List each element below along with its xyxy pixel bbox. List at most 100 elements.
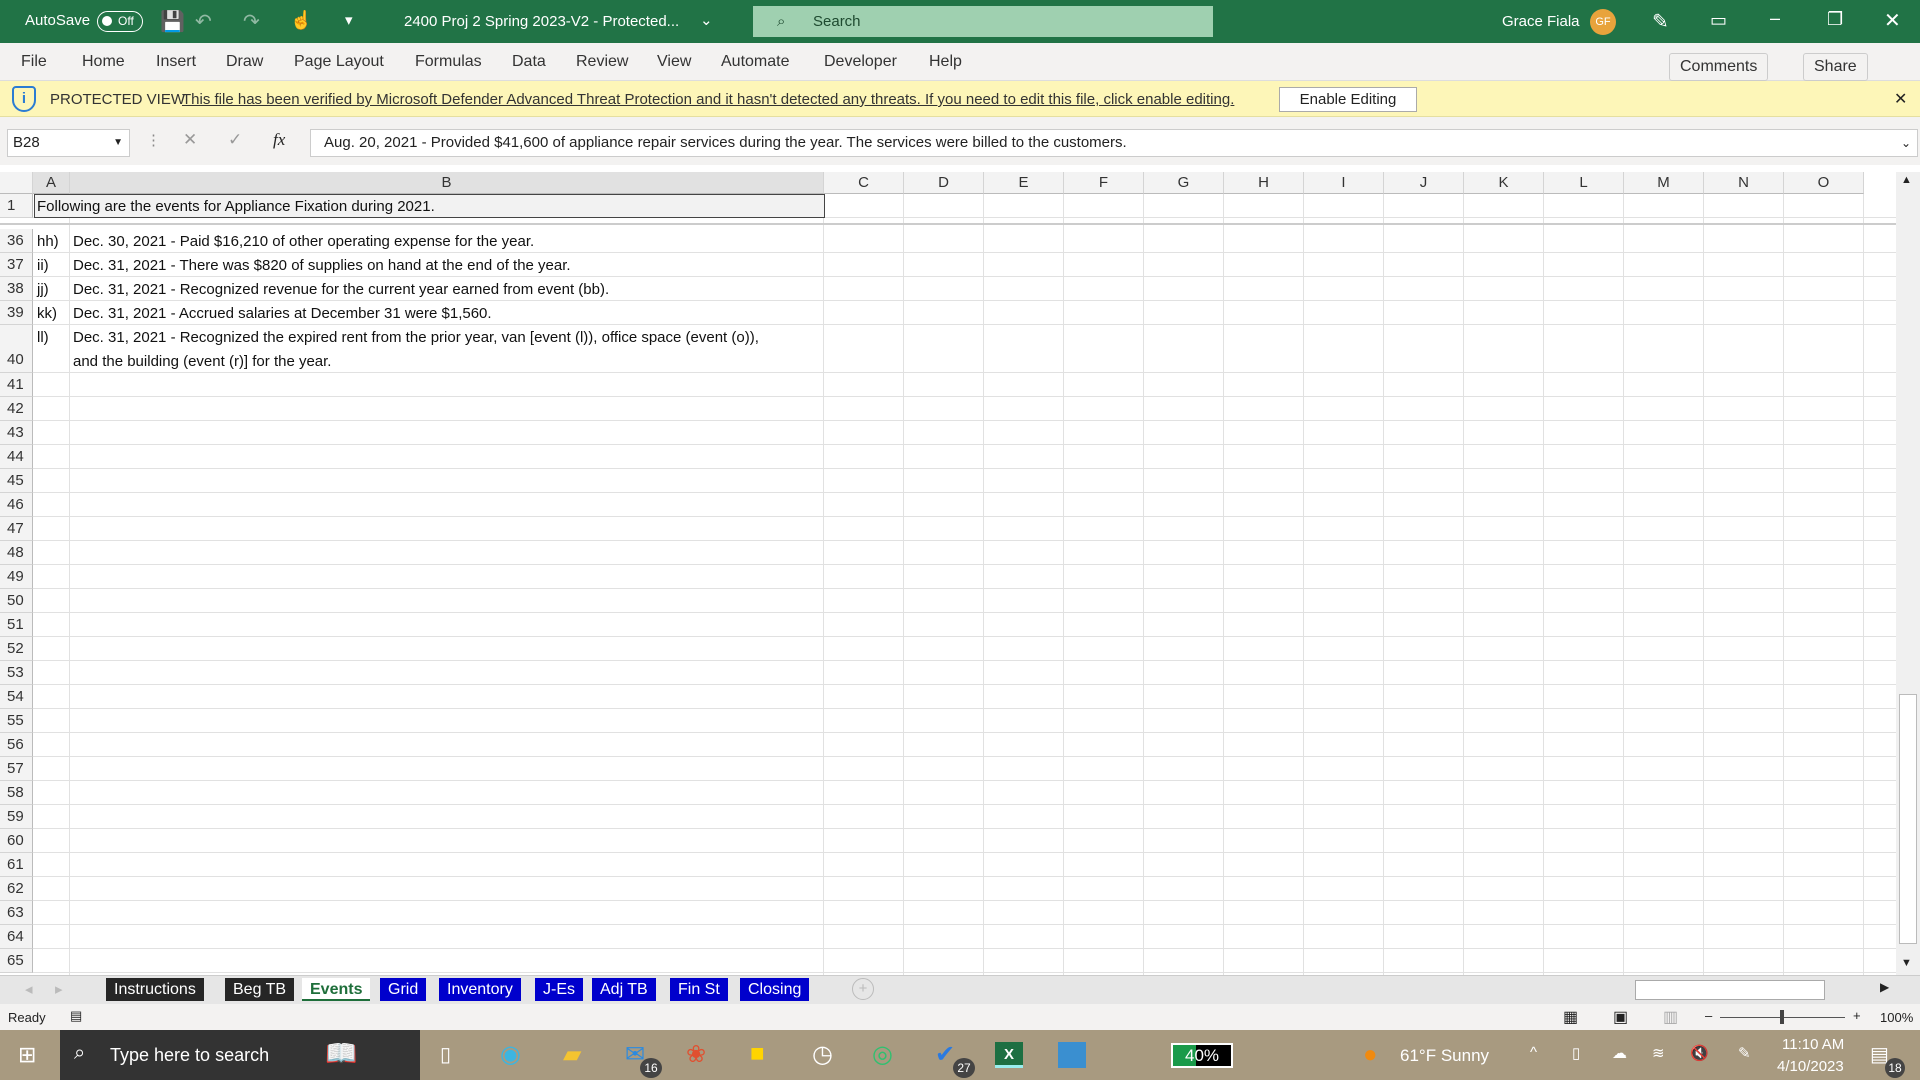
row-header[interactable]: 62 xyxy=(0,877,33,901)
tab-review[interactable]: Review xyxy=(576,53,628,71)
accessibility-icon[interactable]: ▤ xyxy=(70,1008,82,1024)
add-sheet-icon[interactable]: + xyxy=(852,978,874,1000)
row-header[interactable]: 58 xyxy=(0,781,33,805)
sheet-tab-instructions[interactable]: Instructions xyxy=(106,978,204,1001)
title-chevron-down-icon[interactable]: ⌄ xyxy=(700,11,713,29)
column-header-C[interactable]: C xyxy=(824,172,904,194)
horizontal-scrollbar[interactable] xyxy=(1635,980,1825,1000)
column-header-E[interactable]: E xyxy=(984,172,1064,194)
prev-sheet-icon[interactable]: ◂ xyxy=(25,980,33,998)
app-icon[interactable]: ❀ xyxy=(686,1040,706,1069)
chevron-down-icon[interactable]: ▼ xyxy=(113,130,123,156)
row-header[interactable]: 54 xyxy=(0,685,33,709)
row-header[interactable]: 52 xyxy=(0,637,33,661)
formula-input[interactable]: Aug. 20, 2021 - Provided $41,600 of appl… xyxy=(310,129,1918,157)
event-letter-cell[interactable]: kk) xyxy=(37,305,57,322)
column-header-L[interactable]: L xyxy=(1544,172,1624,194)
sheet-tab-j-es[interactable]: J-Es xyxy=(535,978,583,1001)
undo-icon[interactable]: ↶ xyxy=(195,9,212,34)
weather-icon[interactable]: ● xyxy=(1363,1041,1378,1069)
sheet-tab-closing[interactable]: Closing xyxy=(740,978,810,1001)
column-header-B[interactable]: B xyxy=(70,172,824,194)
tab-page-layout[interactable]: Page Layout xyxy=(294,53,384,71)
clock-time[interactable]: 11:10 AM xyxy=(1782,1036,1844,1053)
excel-icon[interactable]: X xyxy=(995,1042,1023,1068)
zoom-in-icon[interactable]: + xyxy=(1853,1008,1861,1023)
row-header[interactable]: 46 xyxy=(0,493,33,517)
tab-data[interactable]: Data xyxy=(512,53,546,71)
event-description-cell[interactable]: Dec. 30, 2021 - Paid $16,210 of other op… xyxy=(73,233,534,250)
battery-indicator[interactable]: 40% xyxy=(1171,1043,1233,1068)
autosave-toggle[interactable]: Off xyxy=(97,11,143,32)
row-header[interactable]: 41 xyxy=(0,373,33,397)
page-break-view-icon[interactable]: ▥ xyxy=(1663,1007,1678,1027)
event-letter-cell[interactable]: ll) xyxy=(37,329,49,346)
row-header[interactable]: 53 xyxy=(0,661,33,685)
tab-help[interactable]: Help xyxy=(929,53,962,71)
row-header[interactable]: 44 xyxy=(0,445,33,469)
zoom-slider-thumb[interactable] xyxy=(1780,1010,1784,1024)
expand-formula-icon[interactable]: ⌄ xyxy=(1901,130,1911,156)
row-header[interactable]: 48 xyxy=(0,541,33,565)
column-header-G[interactable]: G xyxy=(1144,172,1224,194)
event-description-cell[interactable]: Dec. 31, 2021 - Accrued salaries at Dece… xyxy=(73,305,492,322)
customize-toolbar-icon[interactable]: ▾ xyxy=(345,11,353,29)
event-letter-cell[interactable]: jj) xyxy=(37,281,49,298)
enter-icon[interactable]: ✓ xyxy=(228,130,242,150)
zoom-level[interactable]: 100% xyxy=(1880,1010,1913,1025)
spreadsheet-grid[interactable]: A B C D E F G H I J K L M N O 1 Following are the events… xyxy=(0,172,1896,975)
event-letter-cell[interactable]: hh) xyxy=(37,233,59,250)
avatar[interactable]: GF xyxy=(1590,9,1616,35)
show-hidden-icons[interactable]: ^ xyxy=(1530,1044,1537,1061)
touch-mode-icon[interactable]: ☝ xyxy=(290,10,312,31)
row-header[interactable]: 56 xyxy=(0,733,33,757)
page-layout-view-icon[interactable]: ▣ xyxy=(1613,1007,1628,1027)
cancel-icon[interactable]: ✕ xyxy=(183,130,197,150)
row-header[interactable]: 38 xyxy=(0,277,33,301)
pen-icon[interactable]: ✎ xyxy=(1652,9,1669,34)
scroll-right-icon[interactable]: ▶ xyxy=(1880,980,1889,994)
row-header[interactable]: 60 xyxy=(0,829,33,853)
clock-date[interactable]: 4/10/2023 xyxy=(1777,1058,1844,1075)
sheet-tab-beg-tb[interactable]: Beg TB xyxy=(225,978,295,1001)
row-header[interactable]: 61 xyxy=(0,853,33,877)
close-icon[interactable]: ✕ xyxy=(1884,8,1901,33)
minimize-icon[interactable]: – xyxy=(1770,8,1780,29)
clock-icon[interactable]: ◷ xyxy=(812,1040,833,1069)
comments-button[interactable]: Comments xyxy=(1669,53,1769,81)
row-header[interactable]: 57 xyxy=(0,757,33,781)
sheet-tab-grid[interactable]: Grid xyxy=(380,978,427,1001)
scroll-up-icon[interactable]: ▲ xyxy=(1901,174,1912,186)
row-header[interactable]: 40 xyxy=(0,325,33,373)
protected-view-message[interactable]: This file has been verified by Microsoft… xyxy=(182,91,1234,108)
row-header[interactable]: 63 xyxy=(0,901,33,925)
scroll-thumb[interactable] xyxy=(1899,694,1917,944)
row-header[interactable]: 49 xyxy=(0,565,33,589)
close-bar-icon[interactable]: ✕ xyxy=(1894,89,1907,109)
name-box[interactable]: B28 ▼ xyxy=(7,129,130,157)
restore-icon[interactable]: ❐ xyxy=(1827,9,1843,30)
task-view-icon[interactable]: ▯ xyxy=(440,1042,451,1067)
redo-icon[interactable]: ↷ xyxy=(243,9,260,34)
share-button[interactable]: Share xyxy=(1803,53,1868,81)
photos-icon[interactable] xyxy=(1058,1042,1086,1068)
column-header-H[interactable]: H xyxy=(1224,172,1304,194)
tab-draw[interactable]: Draw xyxy=(226,53,263,71)
file-explorer-icon[interactable]: ▰ xyxy=(563,1040,581,1069)
sheet-tab-fin-st[interactable]: Fin St xyxy=(670,978,728,1001)
weather-text[interactable]: 61°F Sunny xyxy=(1400,1046,1489,1066)
save-icon[interactable]: 💾 xyxy=(160,9,185,34)
tab-automate[interactable]: Automate xyxy=(721,53,789,71)
event-description-cell[interactable]: Dec. 31, 2021 - Recognized revenue for t… xyxy=(73,281,609,298)
row-header[interactable]: 39 xyxy=(0,301,33,325)
event-description-cell[interactable]: Dec. 31, 2021 - There was $820 of suppli… xyxy=(73,257,571,274)
zoom-out-icon[interactable]: – xyxy=(1705,1008,1712,1023)
sheet-tab-events[interactable]: Events xyxy=(302,978,371,1001)
row-header[interactable]: 47 xyxy=(0,517,33,541)
tab-home[interactable]: Home xyxy=(82,53,125,71)
column-header-I[interactable]: I xyxy=(1304,172,1384,194)
vertical-scrollbar[interactable]: ▲ ▼ xyxy=(1896,172,1920,975)
edge-dev-icon[interactable]: ◎ xyxy=(872,1040,893,1069)
scroll-down-icon[interactable]: ▼ xyxy=(1901,957,1912,969)
todo-icon[interactable]: ✔ xyxy=(935,1040,955,1069)
